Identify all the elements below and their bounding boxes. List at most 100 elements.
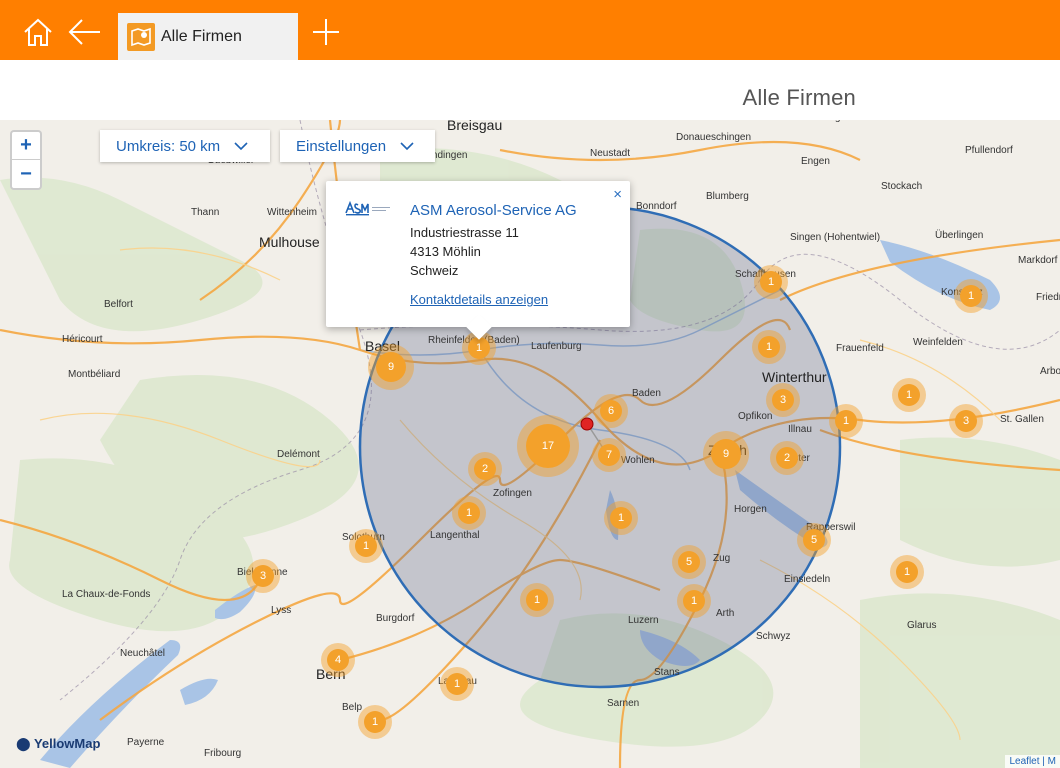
zoom-in-button[interactable]: + (12, 132, 40, 160)
place-label: La Chaux-de-Fonds (62, 589, 151, 600)
place-label: Schwyz (756, 631, 791, 642)
radius-dropdown-label: Umkreis: 50 km (116, 137, 221, 155)
place-label: Montbéliard (68, 369, 121, 380)
radius-dropdown[interactable]: Umkreis: 50 km (100, 130, 270, 162)
place-label: Payerne (127, 737, 165, 748)
marker-cluster[interactable]: 17 (517, 415, 579, 477)
tab-label: Alle Firmen (161, 27, 242, 45)
cluster-count: 1 (683, 590, 705, 612)
marker-cluster[interactable]: 6 (594, 394, 628, 428)
marker-cluster[interactable]: 2 (770, 441, 804, 475)
map-pin-icon: ⬤ (16, 736, 31, 751)
place-label: Markdorf (1018, 255, 1058, 266)
place-label: Wittenheim (267, 207, 318, 218)
place-label: Neuchâtel (120, 648, 166, 659)
marker-cluster[interactable]: 1 (677, 584, 711, 618)
marker-cluster[interactable]: 1 (829, 404, 863, 438)
company-name: ASM Aerosol-Service AG (410, 202, 577, 219)
place-label: Winterthur (762, 369, 827, 385)
place-label: Illnau (788, 424, 812, 435)
back-arrow-icon[interactable] (67, 14, 103, 50)
cluster-count: 1 (355, 535, 377, 557)
place-label: Blumberg (706, 191, 749, 202)
chevron-down-icon (400, 141, 414, 151)
place-label: Pfullendorf (965, 145, 1013, 156)
place-label: Thann (191, 207, 220, 218)
company-popup: × ASM Aerosol-Service AG Industriestrass… (326, 181, 630, 340)
cluster-count: 2 (474, 458, 496, 480)
zoom-out-button[interactable]: − (12, 160, 40, 188)
place-label: Arth (716, 608, 735, 619)
tab-alle-firmen[interactable]: Alle Firmen (118, 13, 298, 60)
place-label: Mulhouse (259, 234, 320, 250)
marker-cluster[interactable]: 1 (440, 667, 474, 701)
cluster-count: 9 (711, 439, 741, 469)
marker-cluster[interactable]: 1 (954, 279, 988, 313)
cluster-count: 1 (960, 285, 982, 307)
company-city: 4313 Möhlin (410, 244, 481, 259)
company-street: Industriestrasse 11 (410, 225, 519, 240)
cluster-count: 9 (376, 352, 406, 382)
place-label: Tuttlingen (808, 120, 852, 123)
place-label: Baden (632, 388, 661, 399)
cluster-count: 1 (835, 410, 857, 432)
cluster-count: 1 (526, 589, 548, 611)
place-label: Luzern (628, 615, 659, 626)
place-label: Laufenburg (531, 341, 582, 352)
cluster-count: 1 (896, 561, 918, 583)
marker-cluster[interactable]: 5 (797, 523, 831, 557)
marker-cluster[interactable]: 3 (949, 404, 983, 438)
marker-cluster[interactable]: 1 (892, 378, 926, 412)
marker-cluster[interactable]: 4 (321, 643, 355, 677)
place-label: Weinfelden (913, 337, 963, 348)
place-label: Glarus (907, 620, 937, 631)
home-icon[interactable] (20, 14, 56, 50)
map-attribution[interactable]: Leaflet | M (1005, 755, 1060, 768)
marker-cluster[interactable]: 2 (468, 452, 502, 486)
place-label: Stockach (881, 181, 923, 192)
place-label: Burgdorf (376, 613, 415, 624)
marker-cluster[interactable]: 5 (672, 545, 706, 579)
yellowmap-logo: ⬤ YellowMap (16, 736, 100, 752)
place-label: Lyss (271, 605, 292, 616)
marker-cluster[interactable]: 1 (754, 265, 788, 299)
contact-details-link[interactable]: Kontaktdetails anzeigen (410, 292, 548, 307)
place-label: Zofingen (493, 488, 532, 499)
marker-cluster[interactable]: 1 (752, 330, 786, 364)
marker-cluster[interactable]: 3 (246, 559, 280, 593)
place-label: St. Gallen (1000, 414, 1044, 425)
brand-label: YellowMap (33, 736, 101, 751)
marker-cluster[interactable]: 1 (349, 529, 383, 563)
marker-cluster[interactable]: 7 (592, 438, 626, 472)
marker-cluster[interactable]: 1 (358, 705, 392, 739)
chevron-down-icon (234, 141, 248, 151)
marker-cluster[interactable]: 9 (368, 344, 414, 390)
marker-cluster[interactable]: 9 (703, 431, 749, 477)
place-label: Einsiedeln (784, 574, 831, 585)
place-label: Belp (342, 702, 363, 713)
cluster-count: 1 (610, 507, 632, 529)
marker-cluster[interactable]: 3 (766, 383, 800, 417)
settings-dropdown[interactable]: Einstellungen (280, 130, 435, 162)
cluster-count: 1 (364, 711, 386, 733)
place-label: Langenthal (430, 530, 480, 541)
cluster-count: 1 (760, 271, 782, 293)
cluster-count: 5 (803, 529, 825, 551)
popup-close-button[interactable]: × (613, 186, 622, 203)
zoom-control: + − (10, 130, 42, 190)
place-label: Überlingen (935, 230, 984, 241)
cluster-count: 3 (772, 389, 794, 411)
add-tab-icon[interactable] (308, 14, 344, 50)
marker-cluster[interactable]: 1 (452, 496, 486, 530)
marker-cluster[interactable]: 1 (890, 555, 924, 589)
place-label: Friedr (1036, 292, 1060, 303)
place-label: Engen (801, 156, 830, 167)
place-label: Héricourt (62, 334, 103, 345)
marker-cluster[interactable]: 1 (604, 501, 638, 535)
place-label: Neustadt (590, 148, 631, 159)
place-label: Zug (713, 553, 731, 564)
marker-cluster[interactable]: 1 (520, 583, 554, 617)
cluster-count: 5 (678, 551, 700, 573)
place-label: Fribourg (204, 748, 242, 759)
place-label: Opfikon (738, 411, 773, 422)
